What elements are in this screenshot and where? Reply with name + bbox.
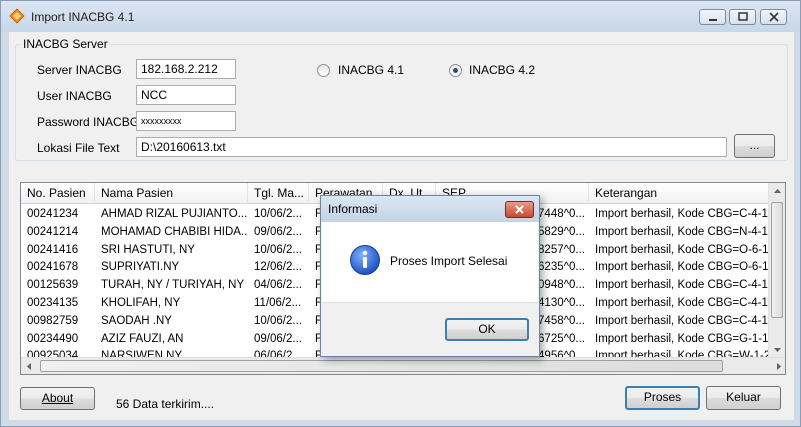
table-cell: 00125639 (27, 279, 79, 292)
dialog-close-button[interactable] (505, 201, 534, 218)
table-cell: Import berhasil, Kode CBG=N-4-12- (595, 225, 770, 238)
information-icon (350, 245, 380, 275)
group-legend: INACBG Server (23, 37, 108, 51)
table-cell: Import berhasil, Kode CBG=C-4-13-I (595, 314, 770, 327)
table-cell: 12/06/2... (254, 261, 302, 274)
scroll-right-icon[interactable] (770, 358, 786, 375)
table-cell: TURAH, NY / TURIYAH, NY (101, 279, 245, 292)
maximize-icon (738, 12, 748, 21)
horizontal-scrollbar[interactable] (21, 357, 786, 375)
table-cell: 04/06/2... (254, 279, 302, 292)
table-cell: 10/06/2... (254, 314, 302, 327)
window-title: Import INACBG 4.1 (31, 10, 135, 24)
user-label: User INACBG (37, 89, 112, 103)
table-cell: SUPRIYATI.NY (101, 261, 180, 274)
about-label: About (41, 391, 74, 405)
table-cell: MOHAMAD CHABIBI HIDA... (101, 225, 248, 238)
ok-button[interactable]: OK (445, 318, 529, 341)
table-cell: 10/06/2... (254, 243, 302, 256)
table-cell: 11/06/2... (254, 297, 302, 309)
horizontal-scroll-thumb[interactable] (40, 360, 723, 372)
vertical-scrollbar[interactable] (768, 183, 785, 358)
dialog-title: Informasi (328, 202, 378, 216)
table-cell: 00234135 (27, 297, 79, 309)
keluar-button[interactable]: Keluar (706, 386, 781, 410)
radio-inacbg-42[interactable] (449, 64, 462, 77)
close-icon (515, 205, 524, 214)
radio-inacbg-41-label: INACBG 4.1 (338, 63, 405, 77)
table-cell: 00234490 (27, 332, 79, 345)
table-cell: AZIZ FAUZI, AN (101, 332, 184, 345)
scroll-up-icon[interactable] (769, 183, 786, 200)
table-cell: Import berhasil, Kode CBG=C-4-13-I (595, 208, 770, 220)
minimize-icon (709, 19, 717, 21)
table-cell: Import berhasil, Kode CBG=C-4-13-I (595, 279, 770, 292)
server-label: Server INACBG (37, 63, 122, 77)
dialog-footer: OK (322, 302, 538, 356)
column-header[interactable]: No. Pasien (21, 183, 95, 204)
proses-label: Proses (643, 390, 682, 404)
table-cell: 00241214 (27, 225, 79, 238)
minimize-button[interactable] (699, 9, 726, 25)
app-diamond-icon (9, 8, 25, 24)
table-cell: SRI HASTUTI, NY (101, 243, 195, 256)
dialog-message: Proses Import Selesai (390, 254, 508, 268)
dialog-title-bar[interactable]: Informasi (321, 196, 539, 222)
close-icon (769, 12, 779, 22)
ok-label: OK (478, 322, 496, 336)
scroll-left-icon[interactable] (21, 358, 38, 375)
proses-button[interactable]: Proses (625, 386, 700, 410)
close-button[interactable] (760, 9, 787, 25)
column-header[interactable]: Nama Pasien (95, 183, 248, 204)
column-header[interactable]: Keterangan (589, 183, 770, 204)
table-cell: 09/06/2... (254, 225, 302, 238)
about-button[interactable]: About (20, 387, 95, 410)
server-input[interactable]: 182.168.2.212 (136, 59, 236, 79)
table-cell: 10/06/2... (254, 208, 302, 220)
table-cell: 00241416 (27, 243, 79, 256)
browse-button[interactable]: ... (734, 134, 775, 158)
table-cell: 00982759 (27, 314, 79, 327)
table-cell: 00241234 (27, 208, 79, 220)
table-cell: KHOLIFAH, NY (101, 297, 181, 309)
column-header[interactable]: Tgl. Ma... (248, 183, 309, 204)
status-text: 56 Data terkirim.... (116, 397, 215, 411)
table-cell: 00241678 (27, 261, 79, 274)
radio-inacbg-42-label: INACBG 4.2 (469, 63, 536, 77)
title-bar[interactable]: Import INACBG 4.1 (1, 1, 800, 32)
file-location-input[interactable]: D:\20160613.txt (136, 137, 727, 157)
table-cell: AHMAD RIZAL PUJIANTO... (101, 208, 248, 220)
password-input[interactable]: xxxxxxxxx (136, 111, 236, 131)
vertical-scroll-thumb[interactable] (771, 202, 783, 318)
maximize-button[interactable] (729, 9, 756, 25)
radio-inacbg-41[interactable] (317, 64, 330, 77)
keluar-label: Keluar (726, 390, 761, 404)
table-cell: Import berhasil, Kode CBG=O-6-13- (595, 261, 770, 274)
password-label: Password INACBG (37, 115, 140, 129)
table-cell: 09/06/2... (254, 332, 302, 345)
scroll-down-icon[interactable] (769, 341, 786, 358)
file-location-label: Lokasi File Text (37, 141, 120, 155)
user-input[interactable]: NCC (136, 85, 236, 105)
dialog-body: Proses Import Selesai (322, 222, 538, 302)
table-cell: Import berhasil, Kode CBG=C-4-13-I (595, 297, 770, 309)
table-cell: SAODAH .NY (101, 314, 172, 327)
info-dialog: Informasi Proses Import Selesai OK (320, 195, 540, 357)
table-cell: Import berhasil, Kode CBG=O-6-11- (595, 243, 770, 256)
table-cell: Import berhasil, Kode CBG=G-1-10- (595, 332, 770, 345)
